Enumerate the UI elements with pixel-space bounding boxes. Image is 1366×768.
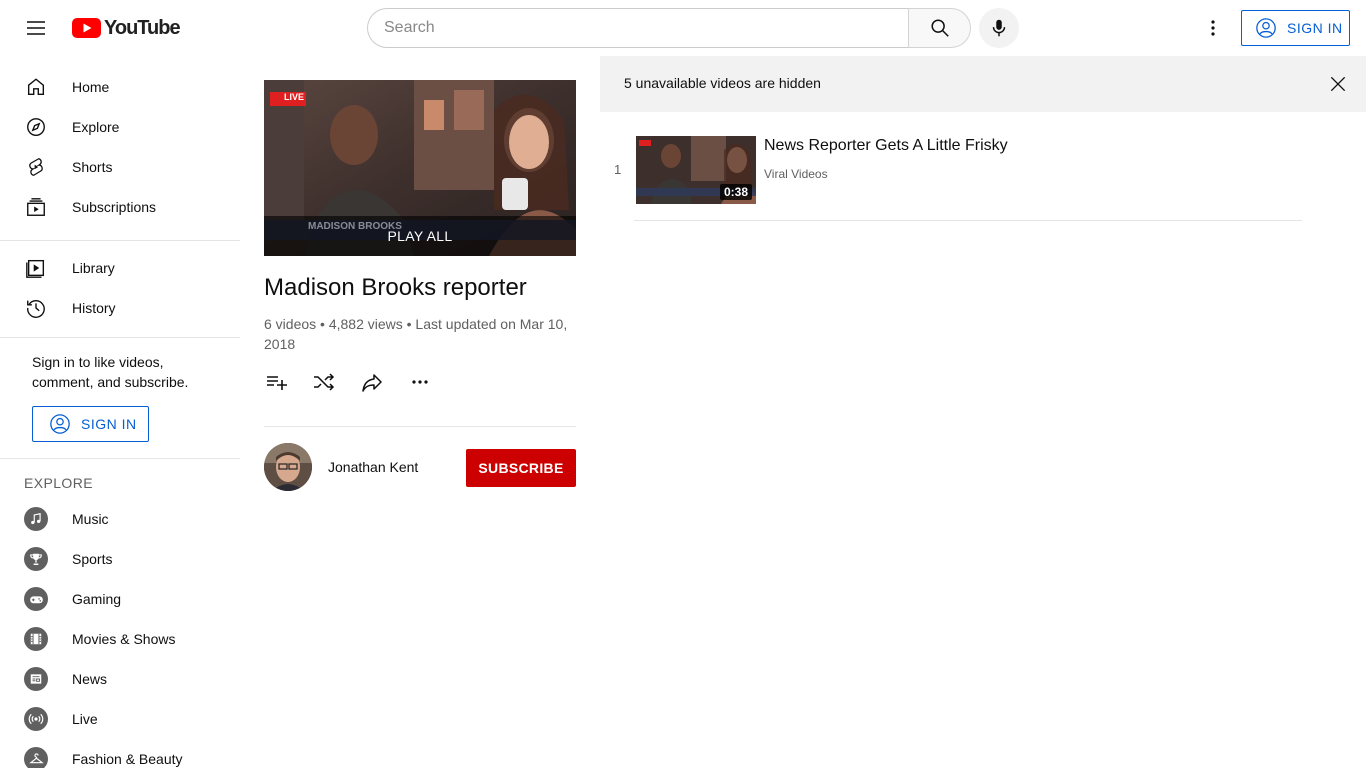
dismiss-alert-button[interactable] (1326, 72, 1350, 96)
shuffle-button[interactable] (304, 362, 344, 402)
sidebar-item-label: Sports (72, 551, 113, 567)
microphone-icon (992, 19, 1006, 37)
sidebar-item-label: Explore (72, 119, 120, 135)
sidebar-item-history[interactable]: History (0, 288, 240, 328)
search-input[interactable] (367, 8, 908, 48)
live-badge: LIVE (284, 92, 305, 102)
video-title[interactable]: News Reporter Gets A Little Frisky (764, 137, 1008, 155)
trophy-icon (24, 547, 48, 571)
playlist-actions (256, 362, 448, 402)
sidebar-sign-in-button[interactable]: SIGN IN (32, 406, 149, 442)
masthead: YouTube SIGN IN (0, 0, 1366, 56)
sidebar-item-subscriptions[interactable]: Subscriptions (0, 187, 240, 227)
sidebar-item-label: Subscriptions (72, 199, 157, 215)
playlist-thumbnail[interactable]: PLAY ALL LIVE MADISON BROOKS (264, 80, 576, 256)
sidebar-item-label: Library (72, 260, 115, 276)
sidebar-item-library[interactable]: Library (0, 248, 240, 288)
sidebar-item-movies-shows[interactable]: Movies & Shows (0, 619, 240, 659)
music-icon (24, 507, 48, 531)
youtube-logo[interactable]: YouTube (72, 16, 181, 40)
sidebar-item-shorts[interactable]: Shorts (0, 147, 240, 187)
settings-menu-button[interactable] (1193, 8, 1233, 48)
sidebar-item-sports[interactable]: Sports (0, 539, 240, 579)
sidebar-divider (0, 458, 240, 459)
playlist-divider (264, 426, 576, 427)
guide-sidebar: Home Explore Shorts Subscriptions Librar… (0, 56, 240, 768)
video-channel[interactable]: Viral Videos (764, 167, 828, 181)
search-button[interactable] (908, 8, 971, 48)
alert-text: 5 unavailable videos are hidden (624, 75, 821, 91)
hamburger-icon (27, 21, 45, 35)
playlist-title: Madison Brooks reporter (264, 274, 527, 301)
more-horizontal-icon (412, 380, 428, 384)
sidebar-item-label: Fashion & Beauty (72, 751, 183, 767)
sidebar-sign-in-label: SIGN IN (81, 416, 137, 432)
youtube-play-icon (72, 18, 101, 38)
owner-name[interactable]: Jonathan Kent (328, 459, 418, 475)
explore-section-title: EXPLORE (24, 475, 93, 491)
news-icon (24, 667, 48, 691)
search-icon (930, 19, 949, 37)
share-button[interactable] (352, 362, 392, 402)
sidebar-item-gaming[interactable]: Gaming (0, 579, 240, 619)
history-icon (24, 296, 48, 320)
close-icon (1330, 76, 1346, 92)
sidebar-item-home[interactable]: Home (0, 67, 240, 107)
sidebar-item-label: History (72, 300, 116, 316)
save-playlist-button[interactable] (256, 362, 296, 402)
shuffle-icon (314, 373, 335, 391)
search-box (367, 8, 971, 48)
hanger-icon (24, 747, 48, 768)
owner-avatar[interactable] (264, 443, 312, 491)
share-icon (362, 374, 382, 392)
account-icon (50, 414, 70, 434)
subscriptions-icon (24, 195, 48, 219)
header-sign-in-button[interactable]: SIGN IN (1241, 10, 1350, 46)
more-actions-button[interactable] (400, 362, 440, 402)
sidebar-item-fashion-beauty[interactable]: Fashion & Beauty (0, 739, 240, 768)
more-vertical-icon (1211, 20, 1215, 36)
logo-text: YouTube (104, 16, 181, 39)
sidebar-item-label: Gaming (72, 591, 122, 607)
compass-icon (24, 115, 48, 139)
subscribe-label: SUBSCRIBE (478, 460, 564, 476)
account-icon (1256, 18, 1276, 38)
sidebar-item-label: News (72, 671, 108, 687)
thumbnail-caption: MADISON BROOKS (308, 221, 402, 232)
sidebar-divider (0, 240, 240, 241)
sidebar-item-label: Live (72, 711, 98, 727)
header-sign-in-label: SIGN IN (1287, 20, 1343, 36)
sidebar-item-label: Home (72, 79, 110, 95)
voice-search-button[interactable] (979, 8, 1019, 48)
home-icon (24, 75, 48, 99)
library-icon (24, 256, 48, 280)
sidebar-item-label: Music (72, 511, 109, 527)
sidebar-item-music[interactable]: Music (0, 499, 240, 539)
video-index: 1 (614, 162, 622, 177)
guide-menu-button[interactable] (16, 8, 56, 48)
sidebar-item-explore[interactable]: Explore (0, 107, 240, 147)
gamepad-icon (24, 587, 48, 611)
video-thumbnail[interactable]: 0:38 (636, 136, 756, 204)
sidebar-item-label: Movies & Shows (72, 631, 176, 647)
playlist-stats: 6 videos • 4,882 views • Last updated on… (264, 316, 568, 352)
sidebar-divider (0, 337, 240, 338)
row-divider (634, 220, 1302, 221)
avatar-image (264, 443, 312, 491)
shorts-icon (24, 155, 48, 179)
subscribe-button[interactable]: SUBSCRIBE (466, 449, 576, 487)
live-icon (24, 707, 48, 731)
film-icon (24, 627, 48, 651)
sidebar-item-live[interactable]: Live (0, 699, 240, 739)
sign-in-message: Sign in to like videos, comment, and sub… (32, 354, 189, 390)
playlist-video-row[interactable]: 1 0:38 News Reporter Gets A Little Frisk… (600, 128, 1366, 220)
add-to-queue-icon (267, 376, 287, 390)
sidebar-item-label: Shorts (72, 159, 113, 175)
video-duration: 0:38 (719, 184, 752, 200)
sidebar-item-news[interactable]: News (0, 659, 240, 699)
hidden-videos-alert: 5 unavailable videos are hidden (600, 56, 1366, 112)
